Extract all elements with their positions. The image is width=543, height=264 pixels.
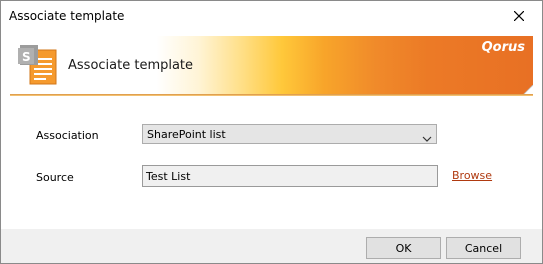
chevron-down-icon [422,129,432,148]
source-field-value: Test List [146,170,191,183]
ok-button[interactable]: OK [366,237,441,259]
close-icon [514,11,524,21]
sharepoint-document-icon: S [16,42,60,88]
brand-logo: Qorus [481,40,525,55]
close-button[interactable] [496,1,542,31]
svg-text:S: S [22,50,31,64]
button-bar: OK Cancel [1,229,542,263]
title-bar: Associate template [1,1,542,31]
page-fold-icon [521,82,533,94]
association-selected-value: SharePoint list [147,128,226,141]
source-field[interactable]: Test List [142,165,438,187]
association-dropdown[interactable]: SharePoint list [142,124,437,144]
cancel-button[interactable]: Cancel [446,237,521,259]
source-label: Source [36,171,74,184]
browse-link[interactable]: Browse [452,169,492,182]
associate-template-dialog: Associate template S Associate template … [0,0,543,264]
header-banner: S Associate template Qorus [10,36,533,95]
banner-title: Associate template [68,58,194,73]
window-title: Associate template [9,9,125,23]
association-label: Association [36,129,99,142]
form-area: Association SharePoint list Source Test … [10,96,533,228]
